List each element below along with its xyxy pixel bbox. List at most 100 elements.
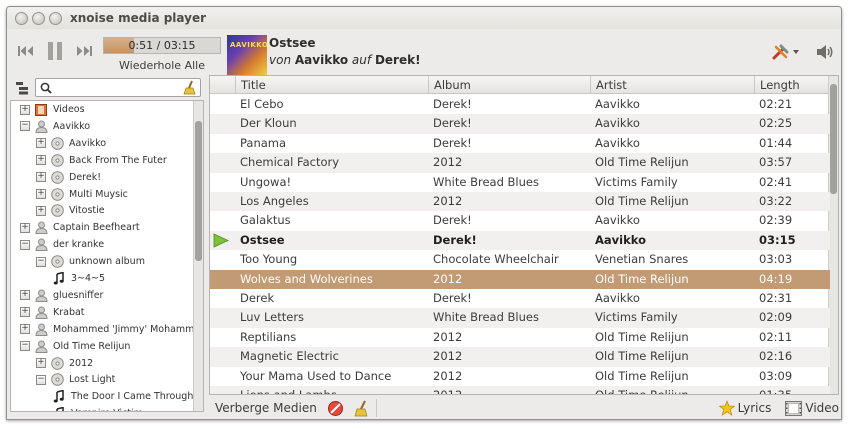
track-artist: Aavikko	[595, 291, 640, 305]
track-row[interactable]: Derek Derek! Aavikko 02:31	[210, 289, 830, 308]
tree-item[interactable]: + Multi Muysic	[36, 186, 128, 203]
volume-button[interactable]	[815, 41, 835, 63]
next-button[interactable]	[73, 40, 95, 62]
track-row[interactable]: Chemical Factory 2012 Old Time Relijun 03:5…	[210, 153, 830, 173]
tree-item[interactable]: + Vitostie	[36, 202, 105, 219]
track-album: White Bread Blues	[433, 310, 539, 325]
pause-button[interactable]	[43, 38, 67, 64]
track-length: 02:31	[759, 291, 793, 305]
track-artist: Aavikko	[595, 116, 640, 131]
repeat-mode-button[interactable]: Wiederhole Alle	[103, 59, 221, 72]
track-artist: Victims Family	[595, 174, 678, 189]
track-row[interactable]: Der Kloun Derek! Aavikko 02:25	[210, 114, 830, 134]
lyrics-button[interactable]: Lyrics	[718, 400, 771, 416]
tree-item[interactable]: + Derek!	[36, 169, 101, 186]
tree-item[interactable]: + Back From The Futer	[36, 152, 167, 169]
track-row[interactable]: Your Mama Used to Dance 2012 Old Time Reli…	[210, 367, 830, 386]
tree-item[interactable]: + Aavikko	[36, 135, 106, 152]
collapse-icon[interactable]: −	[36, 374, 46, 385]
tools-menu-button[interactable]	[769, 41, 803, 63]
artist-icon	[34, 288, 48, 302]
track-row[interactable]: Ungowa! White Bread Blues Victims Family 02…	[210, 173, 830, 192]
media-tree[interactable]: Cold WaterVampire VictimThe Door I Came …	[10, 100, 204, 412]
tree-item[interactable]: + Mohammed 'Jimmy' Mohammed	[20, 321, 203, 338]
tree-item[interactable]: +2012	[36, 355, 93, 372]
tree-item[interactable]: + gluesniffer	[20, 287, 103, 304]
tracklist-scrollbar-thumb[interactable]	[830, 84, 837, 194]
hide-media-button[interactable]: Verberge Medien	[215, 401, 317, 415]
tree-item-label: Captain Beefheart	[53, 222, 140, 234]
tree-item[interactable]: The Door I Came Through	[52, 388, 193, 405]
tree-item[interactable]: + Captain Beefheart	[20, 219, 140, 236]
expand-icon[interactable]: +	[36, 189, 46, 199]
maximize-button[interactable]	[49, 11, 62, 25]
collapse-icon[interactable]: −	[20, 341, 30, 352]
track-album: White Bread Blues	[433, 174, 539, 189]
previous-button[interactable]	[15, 40, 37, 62]
tree-item-label: Krabat	[53, 306, 85, 318]
expand-icon[interactable]: +	[20, 104, 30, 115]
expand-icon[interactable]: +	[36, 358, 46, 368]
tree-item[interactable]: + Krabat	[20, 304, 85, 321]
tree-item[interactable]: − unknown album	[36, 253, 145, 270]
track-row[interactable]: Galaktus Derek! Aavikko 02:39	[210, 211, 830, 230]
tree-item[interactable]: − Aavikko	[20, 118, 90, 135]
expand-icon[interactable]: +	[36, 138, 46, 149]
track-length: 03:09	[759, 368, 793, 383]
remove-all-button[interactable]	[327, 400, 344, 417]
search-field[interactable]	[35, 78, 201, 97]
minimize-button[interactable]	[32, 11, 45, 25]
expand-icon[interactable]: +	[20, 290, 30, 301]
close-button[interactable]	[15, 11, 28, 25]
track-row[interactable]: Reptilians 2012 Old Time Relijun 02:11	[210, 328, 830, 347]
clear-list-button[interactable]	[354, 400, 370, 417]
expand-icon[interactable]: +	[20, 222, 30, 233]
tree-scrollbar-thumb[interactable]	[195, 121, 202, 261]
expand-icon[interactable]: +	[36, 205, 46, 216]
player-toolbar: 0:51 / 03:15 Wiederhole Alle AAVIKKO Ost…	[7, 29, 841, 75]
now-playing-icon	[213, 233, 229, 251]
broom-icon	[354, 400, 368, 416]
track-row[interactable]: Luv Letters White Bread Blues Victims Fami…	[210, 308, 830, 328]
tree-scrollbar[interactable]	[193, 101, 203, 411]
tree-item[interactable]: − Old Time Relijun	[20, 338, 130, 355]
now-playing-meta: von Aavikko auf Derek!	[269, 53, 421, 67]
expand-icon[interactable]: +	[36, 155, 46, 166]
collapse-icon[interactable]: −	[20, 121, 30, 132]
media-sidebar: Cold WaterVampire VictimThe Door I Came …	[7, 75, 204, 412]
tree-item[interactable]: + Videos	[20, 101, 85, 118]
album-icon	[50, 170, 64, 184]
seek-bar[interactable]: 0:51 / 03:15	[103, 37, 221, 54]
tree-item[interactable]: Vampire Victim	[52, 405, 143, 411]
tree-item[interactable]: − der kranke	[20, 236, 104, 253]
tree-item[interactable]: 3~4~5	[52, 270, 105, 287]
track-row[interactable]: Los Angeles 2012 Old Time Relijun 03:22	[210, 192, 830, 212]
tree-item[interactable]: − Lost Light	[36, 371, 115, 388]
album-cover[interactable]: AAVIKKO	[227, 35, 268, 75]
column-title[interactable]: Title	[235, 76, 428, 94]
track-title: Wolves and Wolverines	[240, 271, 373, 286]
video-button[interactable]: Video	[785, 400, 839, 416]
track-row[interactable]: El Cebo Derek! Aavikko 02:21	[210, 95, 830, 114]
video-label: Video	[805, 401, 839, 415]
track-list[interactable]: Title Album Artist Length El Cebo Derek! A…	[209, 75, 839, 395]
collapse-icon[interactable]: −	[36, 256, 46, 267]
track-row[interactable]: Wolves and Wolverines 2012 Old Time Reliju…	[210, 269, 830, 289]
track-length: 02:39	[759, 213, 793, 228]
expand-icon[interactable]: +	[36, 172, 46, 183]
clear-search-icon[interactable]	[183, 80, 197, 95]
track-row[interactable]: Too Young Chocolate Wheelchair Venetian Sn…	[210, 250, 830, 269]
column-length[interactable]: Length	[754, 76, 830, 94]
track-row[interactable]: Panama Derek! Aavikko 01:44	[210, 134, 830, 153]
track-row[interactable]: Lions and Lambs 2012 Old Time Relijun 01:35	[210, 386, 830, 394]
track-length: 02:11	[759, 329, 793, 344]
track-row[interactable]: Ostsee Derek! Aavikko 03:15	[210, 230, 830, 251]
collapse-icon[interactable]: −	[20, 239, 30, 250]
collapse-tree-button[interactable]	[14, 80, 30, 96]
expand-icon[interactable]: +	[20, 324, 30, 335]
column-album[interactable]: Album	[428, 76, 590, 94]
track-row[interactable]: Magnetic Electric 2012 Old Time Relijun 02:…	[210, 347, 830, 367]
column-artist[interactable]: Artist	[590, 76, 754, 94]
expand-icon[interactable]: +	[20, 307, 30, 318]
track-length: 02:25	[759, 116, 793, 131]
